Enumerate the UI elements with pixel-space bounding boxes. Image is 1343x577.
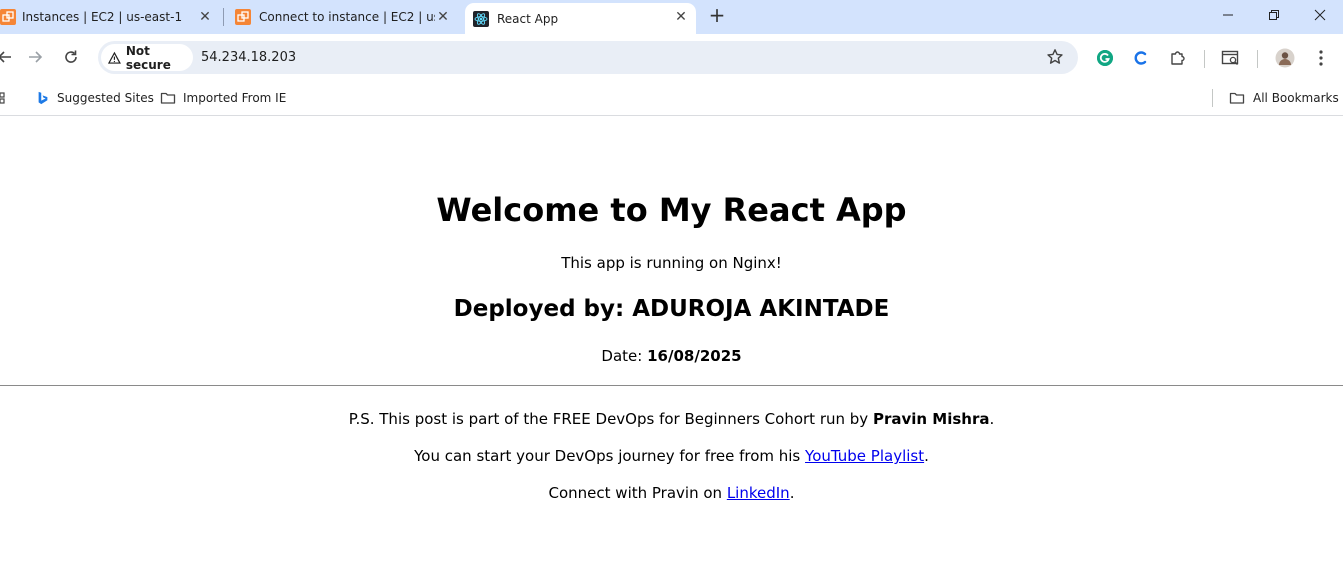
toolbar-divider <box>1204 50 1205 68</box>
folder-icon <box>1229 92 1245 104</box>
arrow-left-icon <box>0 51 11 63</box>
restore-icon <box>1269 10 1279 20</box>
c-extension-icon[interactable] <box>1130 47 1152 69</box>
grammarly-extension-icon[interactable] <box>1094 47 1116 69</box>
linkedin-link[interactable]: LinkedIn <box>727 484 790 502</box>
youtube-playlist-link[interactable]: YouTube Playlist <box>805 447 924 465</box>
tab-connect-instance[interactable]: Connect to instance | EC2 | us-e ✕ <box>235 0 463 34</box>
browser-toolbar: Not secure 54.234.18.203 <box>0 34 1343 80</box>
profile-avatar-icon[interactable] <box>1274 47 1296 69</box>
tab-title: Connect to instance | EC2 | us-e <box>259 10 435 24</box>
tab-react-app[interactable]: React App ✕ <box>465 3 696 34</box>
bookmark-label: All Bookmarks <box>1253 91 1339 105</box>
deployed-by-label: Deployed by: <box>453 296 633 322</box>
date-line: Date: 16/08/2025 <box>0 347 1343 365</box>
ps-author-name: Pravin Mishra <box>872 410 990 428</box>
tab-instances[interactable]: Instances | EC2 | us-east-1 ✕ <box>0 0 220 34</box>
arrow-right-icon <box>29 51 43 63</box>
folder-icon <box>160 92 176 104</box>
youtube-line: You can start your DevOps journey for fr… <box>0 447 1343 465</box>
linkedin-punct: . <box>789 484 795 502</box>
tab-title: Instances | EC2 | us-east-1 <box>22 10 183 24</box>
close-icon[interactable]: ✕ <box>672 8 690 26</box>
deployed-by-heading: Deployed by: ADUROJA AKINTADE <box>0 296 1343 322</box>
page-title: Welcome to My React App <box>436 191 907 229</box>
toolbar-divider <box>1257 50 1258 68</box>
linkedin-line: Connect with Pravin on LinkedIn. <box>0 484 1343 502</box>
deployer-name: ADUROJA AKINTADE <box>632 296 890 322</box>
ps-note: P.S. This post is part of the FREE DevOp… <box>0 410 1343 428</box>
ps-punct: . <box>989 410 995 428</box>
back-button[interactable] <box>0 44 18 70</box>
date-label: Date: <box>601 347 648 365</box>
aws-icon <box>235 9 251 25</box>
close-icon[interactable]: ✕ <box>434 8 452 26</box>
forward-button[interactable] <box>22 44 48 70</box>
tab-strip: Instances | EC2 | us-east-1 ✕ Connect to… <box>0 0 1343 34</box>
bookmark-imported-from-ie[interactable]: Imported From IE <box>160 88 286 108</box>
bookmarks-divider <box>1212 89 1213 107</box>
reload-icon <box>65 50 77 63</box>
restore-button[interactable] <box>1251 0 1297 30</box>
close-icon <box>1314 9 1326 21</box>
page-content: Welcome to My React App This app is runn… <box>0 117 1343 577</box>
minimize-icon <box>1223 14 1233 16</box>
tab-title: React App <box>497 11 559 26</box>
divider <box>0 385 1343 386</box>
youtube-text: You can start your DevOps journey for fr… <box>414 447 806 465</box>
site-info-button[interactable]: Not secure <box>101 43 193 72</box>
new-tab-button[interactable]: + <box>706 5 728 27</box>
bookmark-label: Suggested Sites <box>57 91 154 105</box>
menu-kebab-icon[interactable] <box>1310 47 1332 69</box>
react-icon <box>473 10 489 27</box>
tab-separator <box>223 8 224 26</box>
page-subtitle: This app is running on Nginx! <box>561 254 782 272</box>
address-bar[interactable]: Not secure 54.234.18.203 <box>98 41 1078 74</box>
url-text[interactable]: 54.234.18.203 <box>201 41 296 74</box>
apps-grid-icon[interactable] <box>0 88 6 108</box>
tab-search-icon[interactable] <box>1220 47 1242 69</box>
extensions-puzzle-icon[interactable] <box>1167 47 1189 69</box>
date-value: 16/08/2025 <box>647 347 742 365</box>
warning-icon <box>108 51 121 64</box>
bookmark-label: Imported From IE <box>183 91 287 105</box>
aws-icon <box>0 9 16 25</box>
linkedin-text: Connect with Pravin on <box>548 484 727 502</box>
bookmark-suggested-sites[interactable]: Suggested Sites <box>36 88 154 108</box>
youtube-punct: . <box>924 447 929 465</box>
security-label: Not secure <box>125 43 171 72</box>
all-bookmarks-button[interactable]: All Bookmarks <box>1228 88 1339 108</box>
bing-icon <box>38 91 48 105</box>
close-window-button[interactable] <box>1297 0 1343 30</box>
bookmarks-bar: Suggested Sites Imported From IE All Boo… <box>0 80 1343 116</box>
ps-text: P.S. This post is part of the FREE DevOp… <box>348 410 873 428</box>
minimize-button[interactable] <box>1205 0 1251 30</box>
close-icon[interactable]: ✕ <box>196 8 214 26</box>
reload-button[interactable] <box>58 44 84 70</box>
bookmark-star-icon[interactable] <box>1046 48 1064 66</box>
